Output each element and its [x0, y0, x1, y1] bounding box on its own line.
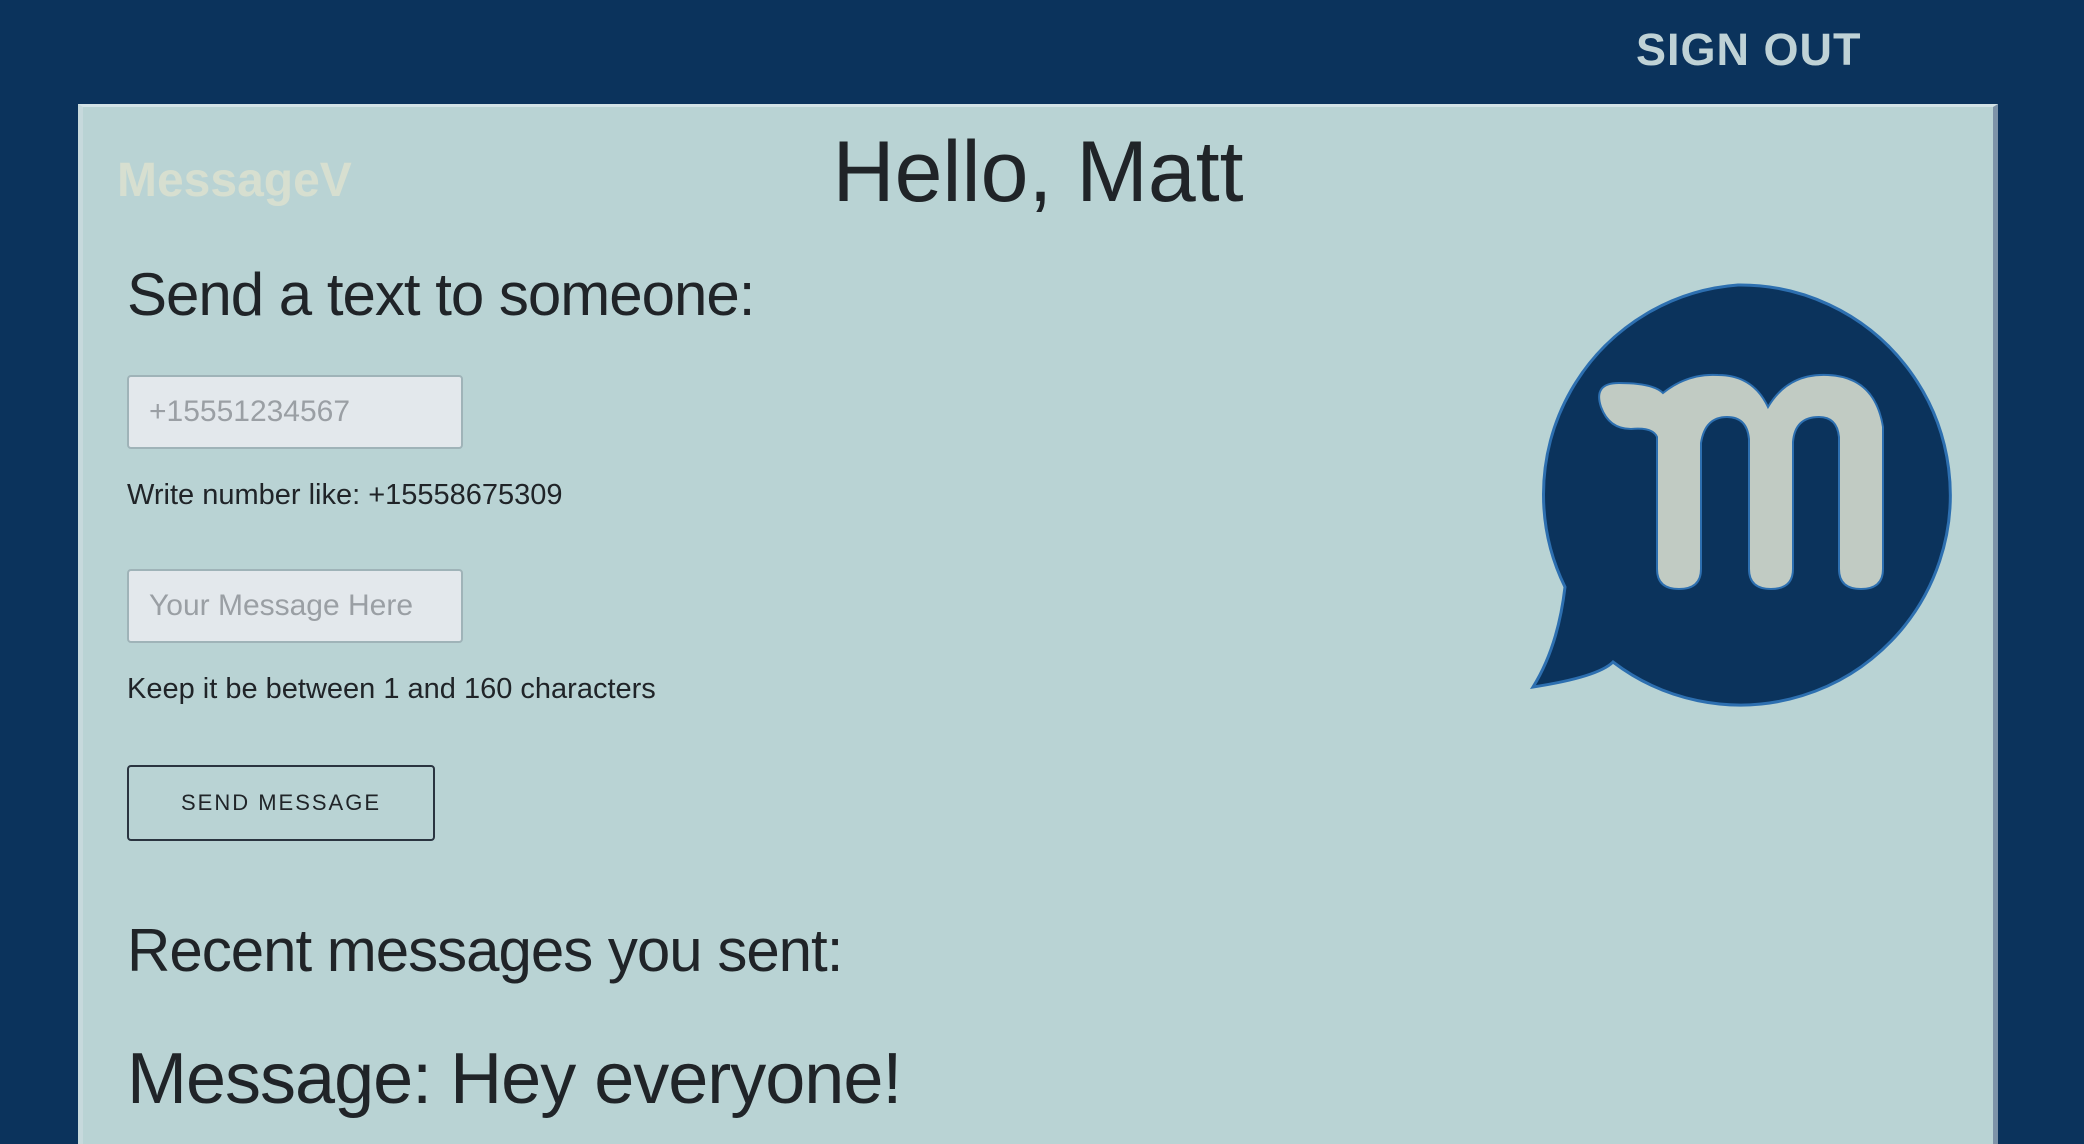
- phone-number-input[interactable]: [127, 375, 463, 449]
- sign-out-button[interactable]: SIGN OUT: [1620, 20, 1878, 80]
- main-panel: MessageV Hello, Matt Send a text to some…: [78, 104, 1998, 1144]
- message-input[interactable]: [127, 569, 463, 643]
- message-hint: Keep it be between 1 and 160 characters: [127, 673, 656, 705]
- compose-title: Send a text to someone:: [127, 261, 755, 328]
- phone-hint: Write number like: +15558675309: [127, 479, 563, 511]
- send-message-button[interactable]: SEND MESSAGE: [127, 765, 435, 841]
- page-title: Hello, Matt: [832, 124, 1244, 220]
- message-bubble-m-logo-icon: [1529, 283, 1952, 707]
- top-navbar: SIGN OUT: [0, 0, 2084, 104]
- recent-messages-title: Recent messages you sent:: [127, 917, 843, 984]
- message-item: Message: Hey everyone!: [127, 1039, 902, 1119]
